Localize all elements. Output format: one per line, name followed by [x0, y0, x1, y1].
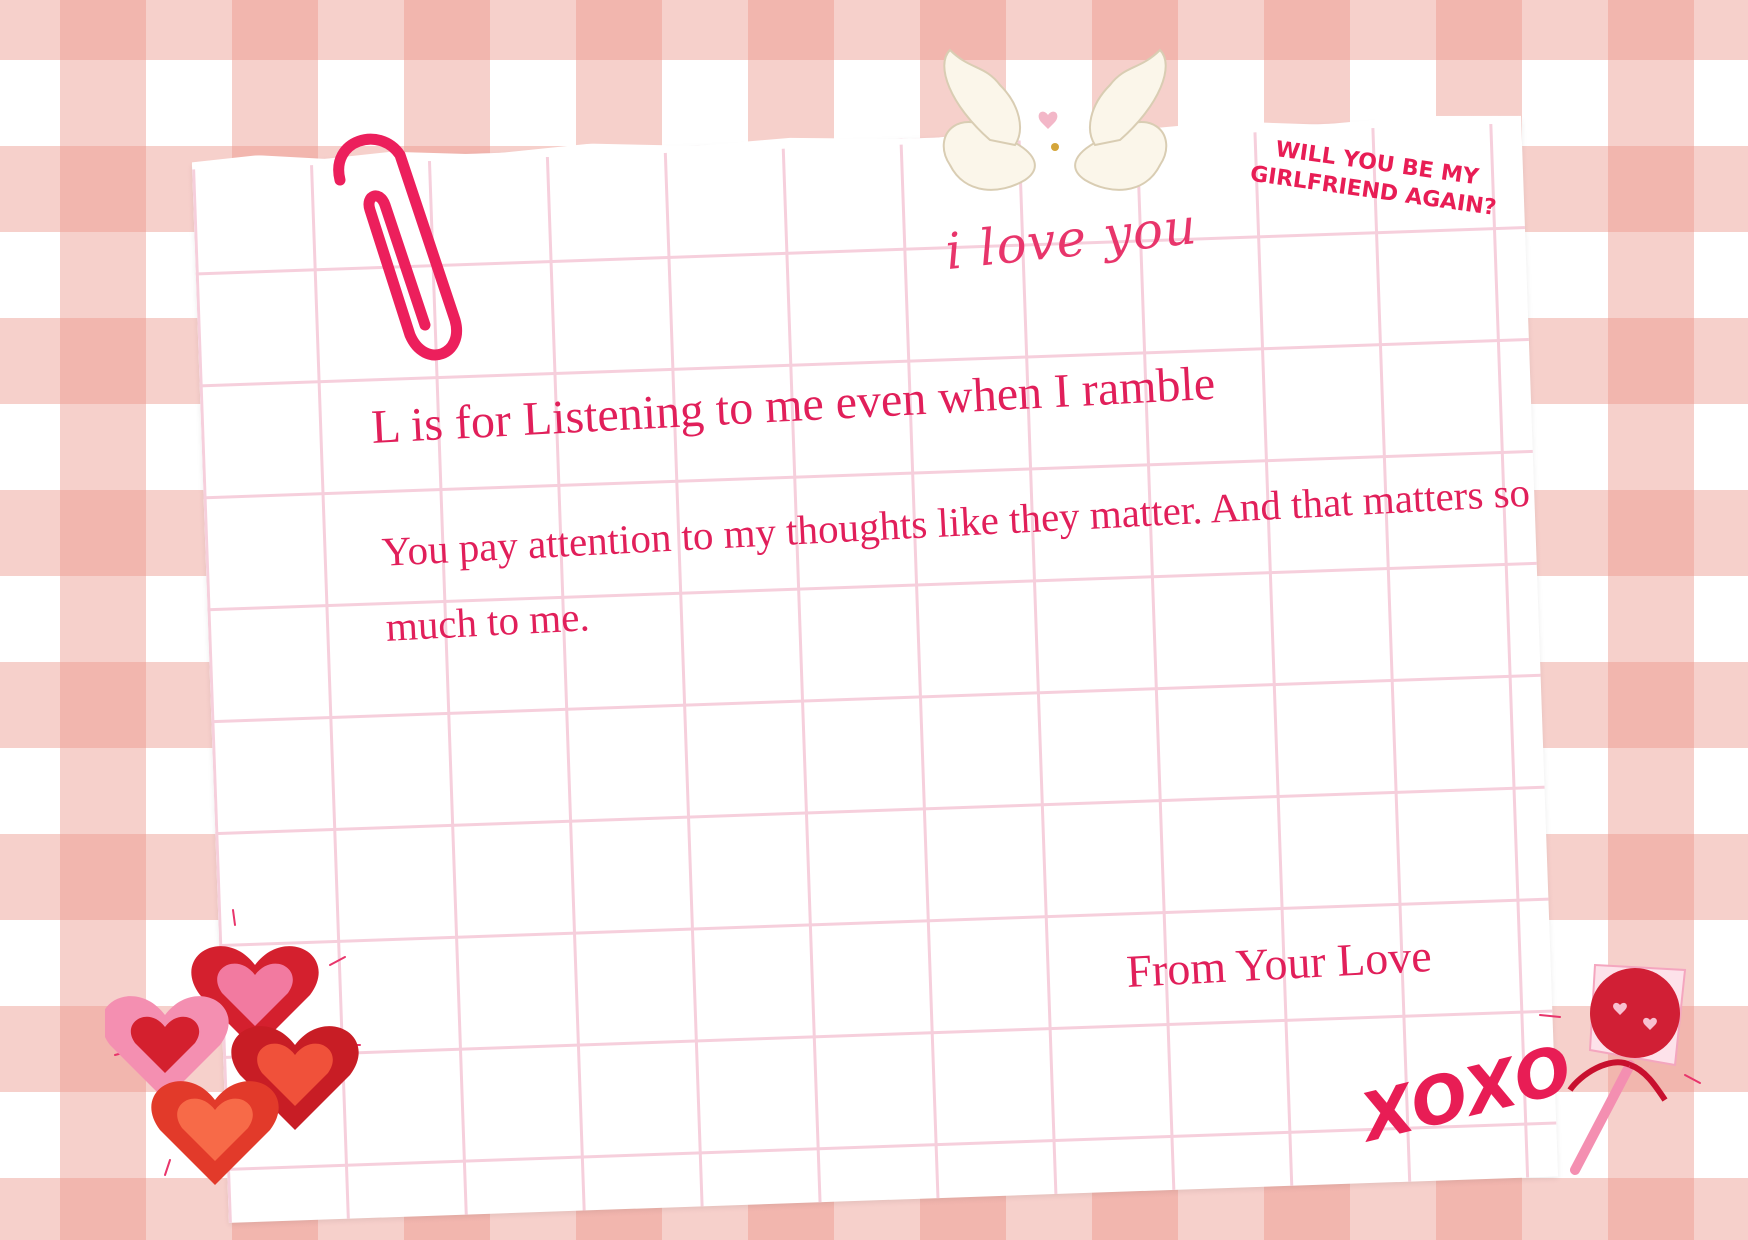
paperclip-icon: [333, 133, 463, 361]
candy-hearts-icon: [105, 909, 361, 1185]
doves-icon: [942, 48, 1168, 191]
lollipop-icon: [1539, 963, 1701, 1175]
